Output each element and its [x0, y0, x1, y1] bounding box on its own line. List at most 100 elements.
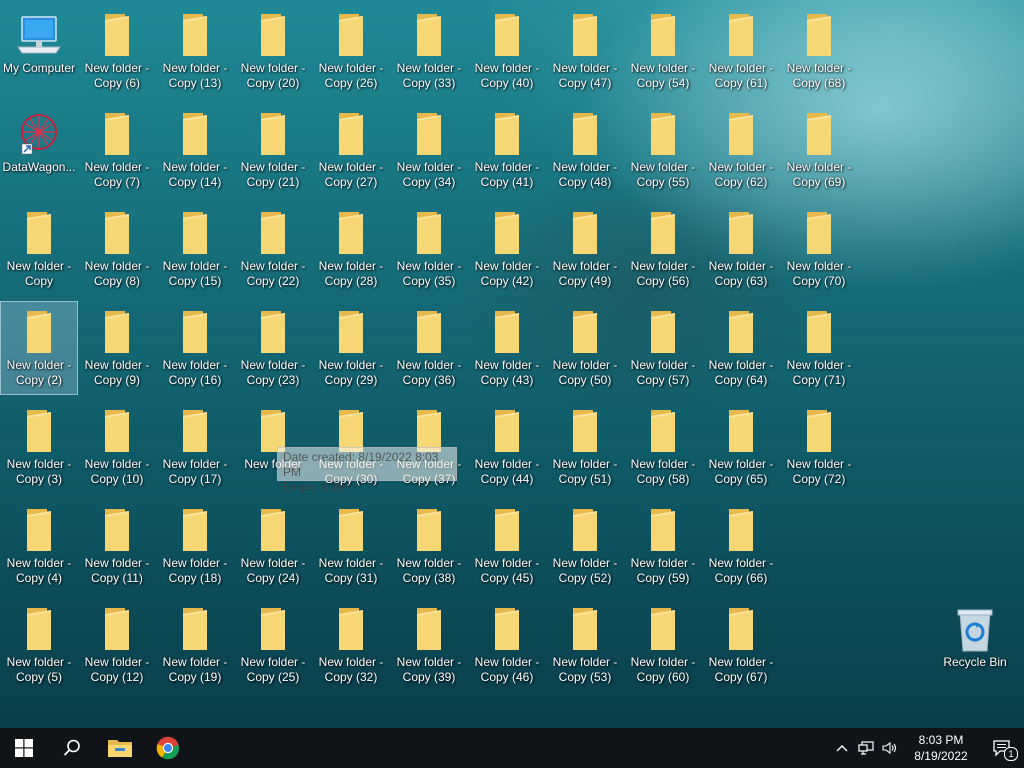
- folder-icon-item[interactable]: New folder - Copy (60): [624, 598, 702, 692]
- folder-icon-item[interactable]: New folder - Copy (10): [78, 400, 156, 494]
- folder-icon: [638, 407, 688, 455]
- folder-icon-item[interactable]: New folder - Copy (58): [624, 400, 702, 494]
- folder-icon-item[interactable]: New folder - Copy (6): [78, 4, 156, 98]
- folder-icon-item[interactable]: New folder - Copy (71): [780, 301, 858, 395]
- folder-icon-item[interactable]: New folder - Copy (25): [234, 598, 312, 692]
- start-button[interactable]: [0, 728, 48, 768]
- folder-icon-item[interactable]: New folder - Copy (45): [468, 499, 546, 593]
- folder-icon-item[interactable]: New folder - Copy (35): [390, 202, 468, 296]
- folder-icon: [716, 11, 766, 59]
- folder-icon-item[interactable]: New folder - Copy (4): [0, 499, 78, 593]
- volume-button[interactable]: [878, 728, 902, 768]
- search-button[interactable]: [48, 728, 96, 768]
- folder-icon-item[interactable]: New folder - Copy (19): [156, 598, 234, 692]
- folder-icon-item[interactable]: New folder - Copy (14): [156, 103, 234, 197]
- folder-icon: [404, 110, 454, 158]
- folder-label: New folder - Copy (7): [84, 160, 150, 189]
- folder-icon-item[interactable]: New folder - Copy (29): [312, 301, 390, 395]
- folder-icon-item[interactable]: New folder - Copy (66): [702, 499, 780, 593]
- folder-icon-item[interactable]: New folder - Copy (64): [702, 301, 780, 395]
- folder-icon-item[interactable]: New folder - Copy (41): [468, 103, 546, 197]
- folder-icon-item[interactable]: New folder - Copy (15): [156, 202, 234, 296]
- show-hidden-icons-button[interactable]: [830, 728, 854, 768]
- recycle-bin[interactable]: Recycle Bin: [936, 598, 1014, 692]
- folder-icon-item[interactable]: New folder - Copy (61): [702, 4, 780, 98]
- folder-icon-item[interactable]: New folder - Copy (5): [0, 598, 78, 692]
- folder-icon-item[interactable]: New folder - Copy (28): [312, 202, 390, 296]
- folder-icon-item[interactable]: New folder - Copy (42): [468, 202, 546, 296]
- folder-label: New folder - Copy (60): [630, 655, 696, 684]
- folder-icon-item[interactable]: New folder - Copy (2): [0, 301, 78, 395]
- folder-icon-item[interactable]: New folder - Copy (56): [624, 202, 702, 296]
- folder-icon-item[interactable]: New folder - Copy (16): [156, 301, 234, 395]
- folder-icon-item[interactable]: New folder - Copy (31): [312, 499, 390, 593]
- folder-icon-item[interactable]: New folder - Copy (3): [0, 400, 78, 494]
- folder-icon: [92, 110, 142, 158]
- folder-icon-item[interactable]: New folder - Copy (34): [390, 103, 468, 197]
- datawagon-shortcut[interactable]: DataWagon...: [0, 103, 78, 197]
- folder-icon-item[interactable]: New folder - Copy (69): [780, 103, 858, 197]
- folder-icon-item[interactable]: New folder - Copy (43): [468, 301, 546, 395]
- folder-icon-item[interactable]: New folder - Copy (65): [702, 400, 780, 494]
- folder-label: New folder - Copy (63): [708, 259, 774, 288]
- folder-icon-item[interactable]: New folder - Copy (39): [390, 598, 468, 692]
- folder-icon: [92, 407, 142, 455]
- folder-label: New folder - Copy (71): [786, 358, 852, 387]
- folder-icon-item[interactable]: New folder - Copy (9): [78, 301, 156, 395]
- folder-icon-item[interactable]: New folder - Copy (54): [624, 4, 702, 98]
- folder-label: New folder - Copy (38): [396, 556, 462, 585]
- folder-icon-item[interactable]: New folder - Copy (48): [546, 103, 624, 197]
- folder-icon-item[interactable]: New folder - Copy (24): [234, 499, 312, 593]
- folder-icon-item[interactable]: New folder - Copy (22): [234, 202, 312, 296]
- folder-icon-item[interactable]: New folder - Copy (53): [546, 598, 624, 692]
- folder-icon-item[interactable]: New folder - Copy (40): [468, 4, 546, 98]
- folder-icon: [560, 506, 610, 554]
- chrome-taskbar-button[interactable]: [144, 728, 192, 768]
- folder-icon-item[interactable]: New folder - Copy (67): [702, 598, 780, 692]
- folder-icon: [326, 11, 376, 59]
- folder-icon-item[interactable]: New folder - Copy (55): [624, 103, 702, 197]
- folder-icon-item[interactable]: New folder - Copy (32): [312, 598, 390, 692]
- folder-icon-item[interactable]: New folder - Copy: [0, 202, 78, 296]
- folder-icon-item[interactable]: New folder - Copy (12): [78, 598, 156, 692]
- my-computer-shortcut[interactable]: My Computer: [0, 4, 78, 98]
- folder-icon-item[interactable]: New folder - Copy (62): [702, 103, 780, 197]
- folder-icon-item[interactable]: New folder - Copy (44): [468, 400, 546, 494]
- folder-icon-item[interactable]: New folder - Copy (49): [546, 202, 624, 296]
- folder-icon-item[interactable]: New folder - Copy (18): [156, 499, 234, 593]
- folder-icon-item[interactable]: New folder - Copy (20): [234, 4, 312, 98]
- folder-icon-item[interactable]: New folder - Copy (59): [624, 499, 702, 593]
- folder-icon-item[interactable]: New folder - Copy (52): [546, 499, 624, 593]
- network-button[interactable]: [854, 728, 878, 768]
- folder-label: New folder - Copy (8): [84, 259, 150, 288]
- folder-icon-item[interactable]: New folder - Copy (68): [780, 4, 858, 98]
- desktop[interactable]: My Computer DataWagon... Recycle Bin New…: [0, 0, 1024, 728]
- folder-icon-item[interactable]: New folder - Copy (33): [390, 4, 468, 98]
- folder-label: New folder - Copy (15): [162, 259, 228, 288]
- folder-icon: [560, 605, 610, 653]
- folder-icon-item[interactable]: New folder - Copy (13): [156, 4, 234, 98]
- folder-icon-item[interactable]: New folder - Copy (51): [546, 400, 624, 494]
- clock[interactable]: 8:03 PM 8/19/2022: [902, 732, 980, 764]
- folder-icon-item[interactable]: New folder - Copy (11): [78, 499, 156, 593]
- folder-icon-item[interactable]: New folder - Copy (36): [390, 301, 468, 395]
- file-explorer-taskbar-button[interactable]: [96, 728, 144, 768]
- folder-icon-item[interactable]: New folder - Copy (27): [312, 103, 390, 197]
- folder-icon-item[interactable]: New folder - Copy (46): [468, 598, 546, 692]
- folder-icon-item[interactable]: New folder - Copy (8): [78, 202, 156, 296]
- folder-icon-item[interactable]: New folder - Copy (70): [780, 202, 858, 296]
- folder-icon-item[interactable]: New folder - Copy (23): [234, 301, 312, 395]
- folder-label: New folder - Copy (69): [786, 160, 852, 189]
- folder-icon-item[interactable]: New folder - Copy (63): [702, 202, 780, 296]
- folder-icon-item[interactable]: New folder - Copy (47): [546, 4, 624, 98]
- folder-icon-item[interactable]: New folder - Copy (57): [624, 301, 702, 395]
- folder-icon-item[interactable]: New folder - Copy (26): [312, 4, 390, 98]
- folder-icon-item[interactable]: New folder - Copy (72): [780, 400, 858, 494]
- action-center-button[interactable]: 1: [980, 728, 1024, 768]
- folder-icon-item[interactable]: New folder - Copy (17): [156, 400, 234, 494]
- folder-icon-item[interactable]: New folder - Copy (7): [78, 103, 156, 197]
- folder-icon-item[interactable]: New folder - Copy (21): [234, 103, 312, 197]
- folder-icon: [170, 605, 220, 653]
- folder-icon-item[interactable]: New folder - Copy (38): [390, 499, 468, 593]
- folder-icon-item[interactable]: New folder - Copy (50): [546, 301, 624, 395]
